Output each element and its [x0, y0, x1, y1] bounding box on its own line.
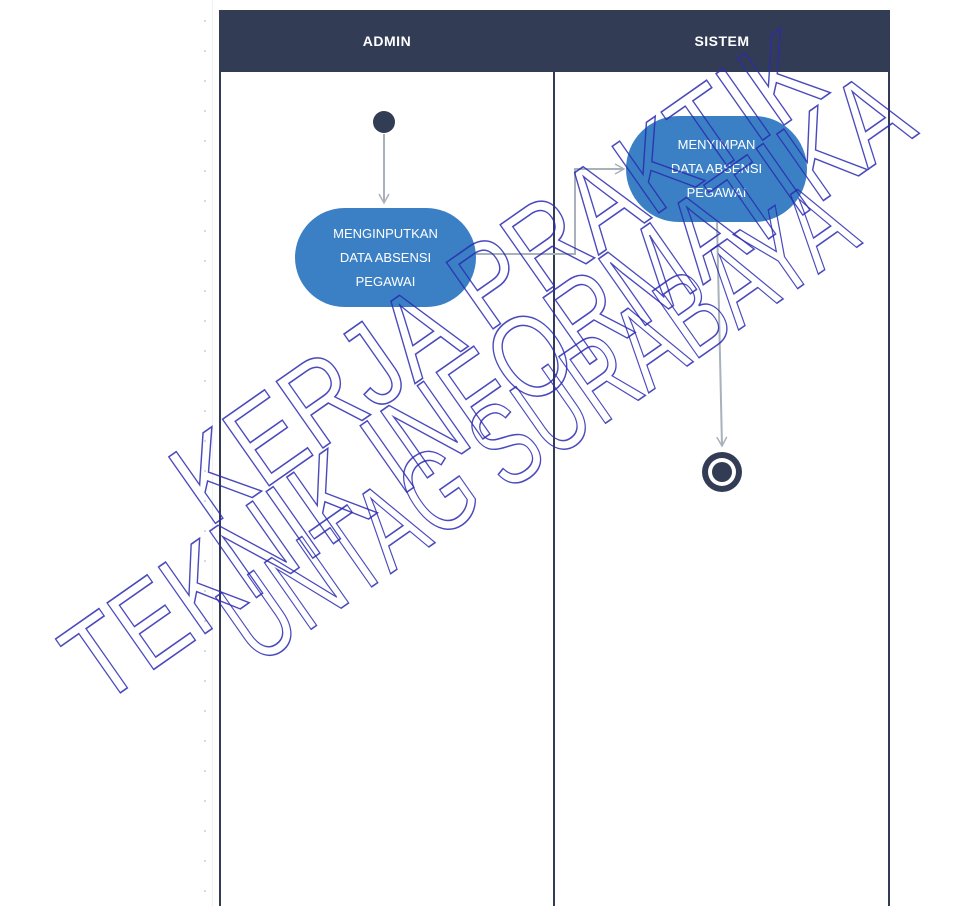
initial-node [373, 111, 395, 133]
final-node-inner [712, 462, 732, 482]
flow-save-to-end [716, 221, 728, 448]
connector-layer [373, 111, 742, 492]
activity-input-attendance: MENGINPUTKAN DATA ABSENSI PEGAWAI [295, 208, 476, 307]
flow-input-to-save [476, 163, 626, 255]
activity-input-label: MENGINPUTKAN DATA ABSENSI PEGAWAI [333, 225, 438, 289]
activity-save-label: MENYIMPAN DATA ABSENSI PEGAWAI [670, 137, 763, 200]
activity-diagram: ADMIN SISTEM MENGINPUTKAN DATA ABSENSI P… [0, 0, 974, 906]
activity-save-attendance: MENYIMPAN DATA ABSENSI PEGAWAI [626, 116, 807, 222]
